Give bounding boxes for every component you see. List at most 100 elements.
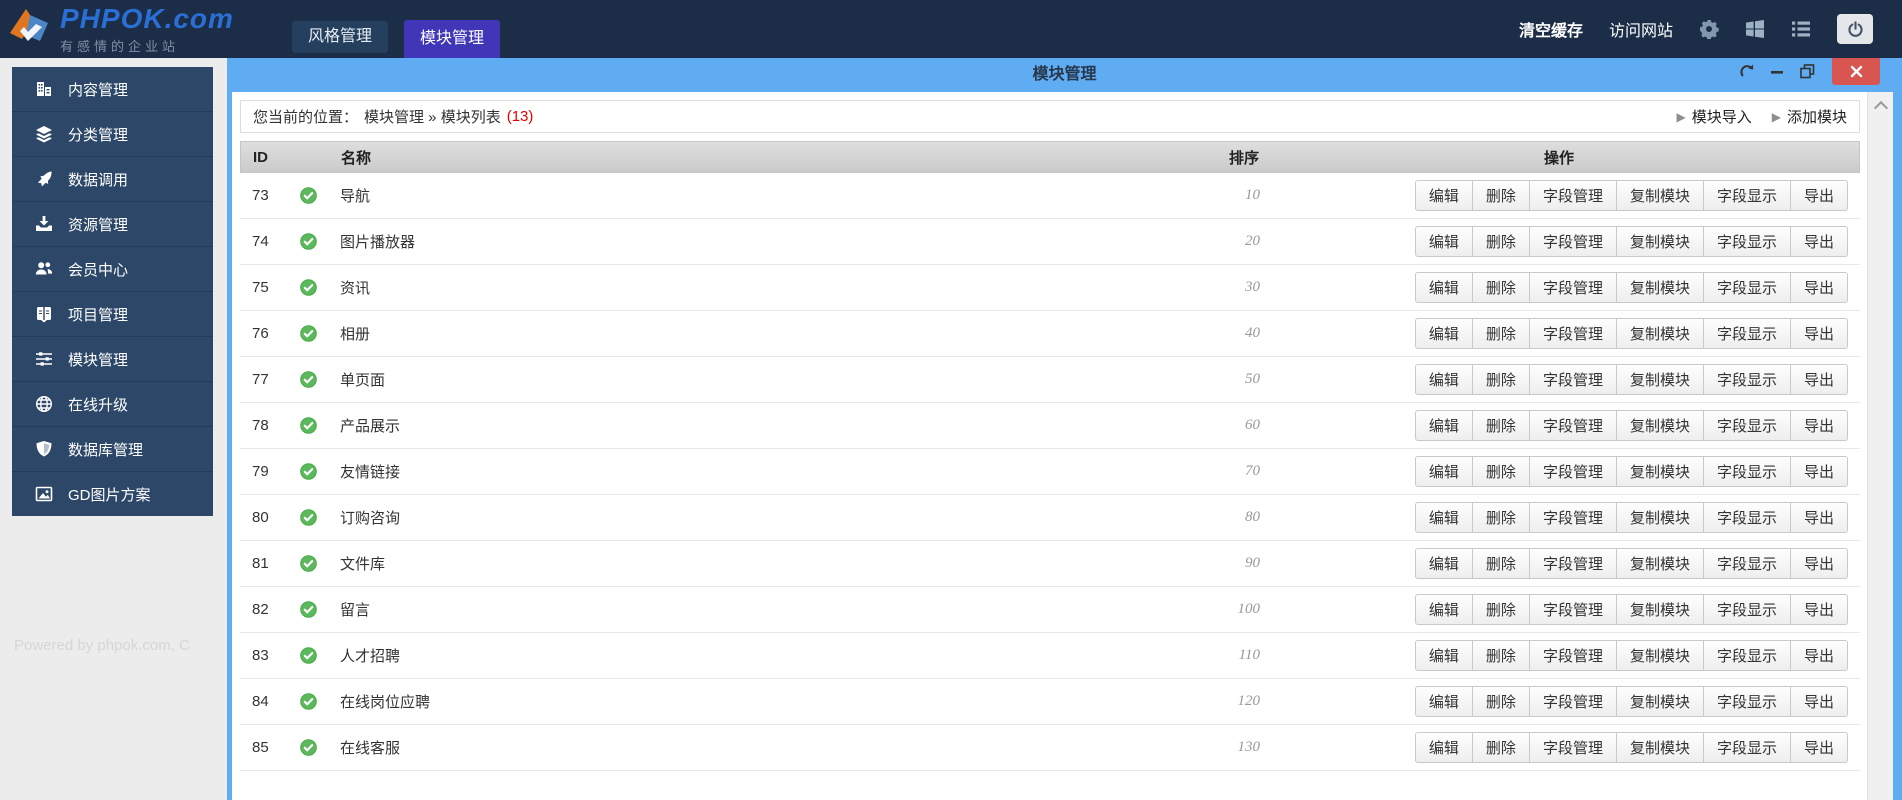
windows-icon[interactable]: [1745, 19, 1765, 39]
row-edit-button[interactable]: 编辑: [1414, 180, 1473, 211]
row-export-button[interactable]: 导出: [1789, 732, 1848, 763]
row-delete-button[interactable]: 删除: [1471, 318, 1530, 349]
row-field-display-button[interactable]: 字段显示: [1702, 594, 1791, 625]
sidebar-item-gd-image[interactable]: GD图片方案: [12, 471, 213, 516]
row-field-manage-button[interactable]: 字段管理: [1528, 594, 1617, 625]
row-edit-button[interactable]: 编辑: [1414, 364, 1473, 395]
scroll-up-arrow[interactable]: [1873, 100, 1888, 116]
row-field-display-button[interactable]: 字段显示: [1702, 318, 1791, 349]
row-field-display-button[interactable]: 字段显示: [1702, 180, 1791, 211]
close-button[interactable]: [1832, 58, 1880, 85]
row-delete-button[interactable]: 删除: [1471, 272, 1530, 303]
row-field-manage-button[interactable]: 字段管理: [1528, 272, 1617, 303]
row-delete-button[interactable]: 删除: [1471, 502, 1530, 533]
power-button[interactable]: [1837, 14, 1873, 44]
row-copy-module-button[interactable]: 复制模块: [1615, 548, 1704, 579]
row-edit-button[interactable]: 编辑: [1414, 594, 1473, 625]
row-field-display-button[interactable]: 字段显示: [1702, 548, 1791, 579]
row-export-button[interactable]: 导出: [1789, 318, 1848, 349]
row-copy-module-button[interactable]: 复制模块: [1615, 410, 1704, 441]
refresh-icon[interactable]: [1739, 64, 1754, 79]
visit-site-link[interactable]: 访问网站: [1609, 17, 1673, 41]
row-copy-module-button[interactable]: 复制模块: [1615, 732, 1704, 763]
row-field-display-button[interactable]: 字段显示: [1702, 226, 1791, 257]
row-edit-button[interactable]: 编辑: [1414, 732, 1473, 763]
row-delete-button[interactable]: 删除: [1471, 226, 1530, 257]
scrollbar[interactable]: [1867, 92, 1893, 800]
row-edit-button[interactable]: 编辑: [1414, 640, 1473, 671]
row-delete-button[interactable]: 删除: [1471, 686, 1530, 717]
row-field-manage-button[interactable]: 字段管理: [1528, 732, 1617, 763]
row-field-manage-button[interactable]: 字段管理: [1528, 180, 1617, 211]
row-field-display-button[interactable]: 字段显示: [1702, 272, 1791, 303]
sidebar-item-content[interactable]: 内容管理: [12, 67, 213, 111]
restore-icon[interactable]: [1800, 64, 1815, 79]
row-copy-module-button[interactable]: 复制模块: [1615, 502, 1704, 533]
row-export-button[interactable]: 导出: [1789, 456, 1848, 487]
row-export-button[interactable]: 导出: [1789, 226, 1848, 257]
row-edit-button[interactable]: 编辑: [1414, 548, 1473, 579]
row-copy-module-button[interactable]: 复制模块: [1615, 640, 1704, 671]
sidebar-item-database[interactable]: 数据库管理: [12, 426, 213, 471]
row-field-display-button[interactable]: 字段显示: [1702, 456, 1791, 487]
sidebar-item-data-call[interactable]: 数据调用: [12, 156, 213, 201]
sidebar-item-resource[interactable]: 资源管理: [12, 201, 213, 246]
sidebar-item-upgrade[interactable]: 在线升级: [12, 381, 213, 426]
row-field-manage-button[interactable]: 字段管理: [1528, 318, 1617, 349]
row-field-display-button[interactable]: 字段显示: [1702, 502, 1791, 533]
row-copy-module-button[interactable]: 复制模块: [1615, 318, 1704, 349]
row-copy-module-button[interactable]: 复制模块: [1615, 364, 1704, 395]
tab-style-management[interactable]: 风格管理: [292, 21, 389, 53]
row-delete-button[interactable]: 删除: [1471, 640, 1530, 671]
tab-module-management[interactable]: 模块管理: [404, 20, 501, 58]
row-delete-button[interactable]: 删除: [1471, 548, 1530, 579]
module-import-button[interactable]: ▶ 模块导入: [1677, 106, 1752, 127]
row-field-manage-button[interactable]: 字段管理: [1528, 410, 1617, 441]
row-export-button[interactable]: 导出: [1789, 548, 1848, 579]
clear-cache-link[interactable]: 清空缓存: [1519, 17, 1583, 41]
row-field-manage-button[interactable]: 字段管理: [1528, 226, 1617, 257]
row-field-display-button[interactable]: 字段显示: [1702, 732, 1791, 763]
minimize-icon[interactable]: [1771, 70, 1783, 74]
row-edit-button[interactable]: 编辑: [1414, 456, 1473, 487]
row-copy-module-button[interactable]: 复制模块: [1615, 456, 1704, 487]
row-copy-module-button[interactable]: 复制模块: [1615, 180, 1704, 211]
sidebar-item-module[interactable]: 模块管理: [12, 336, 213, 381]
row-field-manage-button[interactable]: 字段管理: [1528, 686, 1617, 717]
row-export-button[interactable]: 导出: [1789, 272, 1848, 303]
row-export-button[interactable]: 导出: [1789, 502, 1848, 533]
row-export-button[interactable]: 导出: [1789, 640, 1848, 671]
row-field-display-button[interactable]: 字段显示: [1702, 640, 1791, 671]
row-delete-button[interactable]: 删除: [1471, 594, 1530, 625]
row-field-display-button[interactable]: 字段显示: [1702, 686, 1791, 717]
row-field-manage-button[interactable]: 字段管理: [1528, 364, 1617, 395]
row-copy-module-button[interactable]: 复制模块: [1615, 686, 1704, 717]
row-edit-button[interactable]: 编辑: [1414, 686, 1473, 717]
list-icon[interactable]: [1791, 19, 1811, 39]
row-delete-button[interactable]: 删除: [1471, 456, 1530, 487]
sidebar-item-member[interactable]: 会员中心: [12, 246, 213, 291]
row-edit-button[interactable]: 编辑: [1414, 502, 1473, 533]
row-copy-module-button[interactable]: 复制模块: [1615, 272, 1704, 303]
row-edit-button[interactable]: 编辑: [1414, 410, 1473, 441]
row-edit-button[interactable]: 编辑: [1414, 318, 1473, 349]
row-field-manage-button[interactable]: 字段管理: [1528, 548, 1617, 579]
row-export-button[interactable]: 导出: [1789, 686, 1848, 717]
sidebar-item-category[interactable]: 分类管理: [12, 111, 213, 156]
row-export-button[interactable]: 导出: [1789, 364, 1848, 395]
row-delete-button[interactable]: 删除: [1471, 410, 1530, 441]
row-export-button[interactable]: 导出: [1789, 594, 1848, 625]
row-delete-button[interactable]: 删除: [1471, 180, 1530, 211]
row-edit-button[interactable]: 编辑: [1414, 272, 1473, 303]
row-field-manage-button[interactable]: 字段管理: [1528, 502, 1617, 533]
row-delete-button[interactable]: 删除: [1471, 364, 1530, 395]
row-field-manage-button[interactable]: 字段管理: [1528, 640, 1617, 671]
row-field-manage-button[interactable]: 字段管理: [1528, 456, 1617, 487]
sidebar-item-project[interactable]: 项目管理: [12, 291, 213, 336]
row-field-display-button[interactable]: 字段显示: [1702, 410, 1791, 441]
gear-icon[interactable]: [1699, 19, 1719, 39]
row-edit-button[interactable]: 编辑: [1414, 226, 1473, 257]
row-copy-module-button[interactable]: 复制模块: [1615, 226, 1704, 257]
row-export-button[interactable]: 导出: [1789, 410, 1848, 441]
add-module-button[interactable]: ▶ 添加模块: [1772, 106, 1847, 127]
